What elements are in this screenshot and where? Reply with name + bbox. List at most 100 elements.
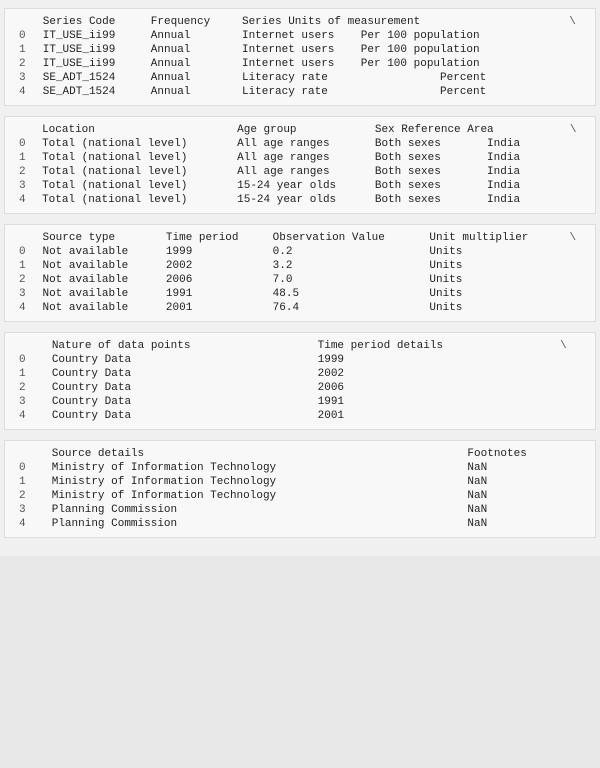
footnotes: NaN bbox=[461, 517, 587, 531]
row-index: 1 bbox=[13, 151, 36, 165]
table-row: 1 Country Data 2002 bbox=[13, 367, 587, 381]
backslash bbox=[563, 245, 587, 259]
col-index-4 bbox=[13, 339, 46, 353]
time-period-details: 2006 bbox=[312, 381, 555, 395]
row-index: 3 bbox=[13, 71, 37, 85]
row-index: 2 bbox=[13, 57, 37, 71]
col-unit-multiplier: Unit multiplier bbox=[423, 231, 563, 245]
series-units: Internet users Per 100 population bbox=[236, 57, 563, 71]
table-row: 0 Country Data 1999 bbox=[13, 353, 587, 367]
time-period: 1991 bbox=[160, 287, 267, 301]
table-section-4: Nature of data points Time period detail… bbox=[4, 332, 596, 430]
table-row: 2 Total (national level) All age ranges … bbox=[13, 165, 587, 179]
row-index: 1 bbox=[13, 259, 36, 273]
table-row: 1 Ministry of Information Technology NaN bbox=[13, 475, 587, 489]
frequency: Annual bbox=[145, 71, 236, 85]
location: Total (national level) bbox=[36, 193, 231, 207]
backslash bbox=[564, 151, 587, 165]
time-period: 2006 bbox=[160, 273, 267, 287]
backslash bbox=[563, 43, 587, 57]
series-units: Literacy rate Percent bbox=[236, 85, 563, 99]
table-row: 1 IT_USE_ii99 Annual Internet users Per … bbox=[13, 43, 587, 57]
table-section-2: Location Age group Sex Reference Area \ … bbox=[4, 116, 596, 214]
row-index: 3 bbox=[13, 503, 46, 517]
obs-value: 7.0 bbox=[267, 273, 424, 287]
time-period-details: 1999 bbox=[312, 353, 555, 367]
table-1: Series Code Frequency Series Units of me… bbox=[13, 15, 587, 99]
nature: Country Data bbox=[46, 395, 312, 409]
row-index: 0 bbox=[13, 137, 36, 151]
col-obs-value: Observation Value bbox=[267, 231, 424, 245]
backslash bbox=[563, 273, 587, 287]
footnotes: NaN bbox=[461, 461, 587, 475]
backslash bbox=[563, 287, 587, 301]
row-index: 3 bbox=[13, 179, 36, 193]
row-index: 0 bbox=[13, 245, 36, 259]
frequency: Annual bbox=[145, 29, 236, 43]
col-time-period: Time period bbox=[160, 231, 267, 245]
backslash bbox=[554, 353, 587, 367]
sex: Both sexes India bbox=[369, 137, 564, 151]
table-2: Location Age group Sex Reference Area \ … bbox=[13, 123, 587, 207]
row-index: 0 bbox=[13, 353, 46, 367]
obs-value: 48.5 bbox=[267, 287, 424, 301]
table-row: 4 Total (national level) 15-24 year olds… bbox=[13, 193, 587, 207]
row-index: 4 bbox=[13, 409, 46, 423]
table-row: 4 Not available 2001 76.4 Units bbox=[13, 301, 587, 315]
series-code: IT_USE_ii99 bbox=[37, 57, 145, 71]
col-age-group: Age group bbox=[231, 123, 369, 137]
nature: Country Data bbox=[46, 381, 312, 395]
row-index: 4 bbox=[13, 517, 46, 531]
row-index: 2 bbox=[13, 273, 36, 287]
obs-value: 76.4 bbox=[267, 301, 424, 315]
row-index: 1 bbox=[13, 43, 37, 57]
source-type: Not available bbox=[36, 259, 159, 273]
table-3: Source type Time period Observation Valu… bbox=[13, 231, 587, 315]
backslash bbox=[564, 179, 587, 193]
unit-multiplier: Units bbox=[423, 245, 563, 259]
table-row: 2 IT_USE_ii99 Annual Internet users Per … bbox=[13, 57, 587, 71]
unit-multiplier: Units bbox=[423, 287, 563, 301]
table-row: 3 Total (national level) 15-24 year olds… bbox=[13, 179, 587, 193]
row-index: 4 bbox=[13, 193, 36, 207]
age-group: All age ranges bbox=[231, 165, 369, 179]
footnotes: NaN bbox=[461, 503, 587, 517]
main-container: Series Code Frequency Series Units of me… bbox=[0, 0, 600, 556]
location: Total (national level) bbox=[36, 151, 231, 165]
col-source-type: Source type bbox=[36, 231, 159, 245]
col-frequency: Frequency bbox=[145, 15, 236, 29]
backslash bbox=[554, 381, 587, 395]
table-row: 2 Ministry of Information Technology NaN bbox=[13, 489, 587, 503]
table-row: 0 IT_USE_ii99 Annual Internet users Per … bbox=[13, 29, 587, 43]
table-row: 0 Ministry of Information Technology NaN bbox=[13, 461, 587, 475]
series-units: Literacy rate Percent bbox=[236, 71, 563, 85]
row-index: 4 bbox=[13, 301, 36, 315]
sex: Both sexes India bbox=[369, 179, 564, 193]
age-group: All age ranges bbox=[231, 151, 369, 165]
footnotes: NaN bbox=[461, 475, 587, 489]
backslash bbox=[554, 367, 587, 381]
row-index: 1 bbox=[13, 475, 46, 489]
table-row: 1 Total (national level) All age ranges … bbox=[13, 151, 587, 165]
row-index: 2 bbox=[13, 489, 46, 503]
table-row: 0 Not available 1999 0.2 Units bbox=[13, 245, 587, 259]
col-nature: Nature of data points bbox=[46, 339, 312, 353]
col-series-code: Series Code bbox=[37, 15, 145, 29]
col-index-2 bbox=[13, 123, 36, 137]
table-5: Source details Footnotes 0 Ministry of I… bbox=[13, 447, 587, 531]
col-index-5 bbox=[13, 447, 46, 461]
source-type: Not available bbox=[36, 245, 159, 259]
time-period-details: 2001 bbox=[312, 409, 555, 423]
backslash bbox=[563, 57, 587, 71]
table-row: 0 Total (national level) All age ranges … bbox=[13, 137, 587, 151]
frequency: Annual bbox=[145, 43, 236, 57]
sex: Both sexes India bbox=[369, 193, 564, 207]
col-series-units: Series Units of measurement bbox=[236, 15, 563, 29]
col-backslash-4: \ bbox=[554, 339, 587, 353]
series-code: SE_ADT_1524 bbox=[37, 85, 145, 99]
row-index: 1 bbox=[13, 367, 46, 381]
table-row: 3 SE_ADT_1524 Annual Literacy rate Perce… bbox=[13, 71, 587, 85]
series-units: Internet users Per 100 population bbox=[236, 43, 563, 57]
col-backslash-2: \ bbox=[564, 123, 587, 137]
col-index-1 bbox=[13, 15, 37, 29]
